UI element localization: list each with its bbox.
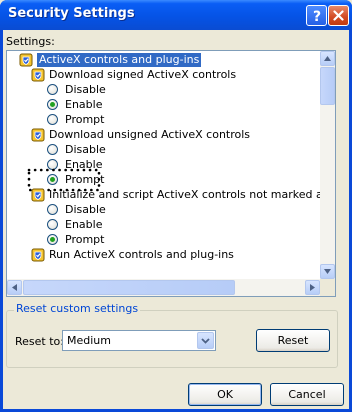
dropdown-button[interactable] [197,332,214,349]
tree-item-label: Prompt [65,233,105,246]
scroll-left-button[interactable] [7,280,22,295]
close-button[interactable] [328,5,349,26]
ok-button[interactable]: OK [188,383,262,406]
horizontal-scroll-thumb[interactable] [23,280,235,295]
radio-button[interactable] [47,144,58,155]
arrow-down-icon [324,269,331,274]
settings-tree[interactable]: ActiveX controls and plug-ins Download si… [6,50,336,297]
scroll-up-button[interactable] [320,51,335,66]
vertical-scroll-thumb[interactable] [320,67,335,105]
reset-button-label: Reset [277,334,309,347]
reset-level-select[interactable]: Medium [62,330,216,351]
tree-item-label: Download unsigned ActiveX controls [49,128,251,141]
settings-label: Settings: [6,35,55,48]
arrow-right-icon [310,284,315,291]
cancel-button-label: Cancel [288,388,326,401]
title-bar[interactable]: Security Settings ? [0,0,352,30]
radio-button[interactable] [47,99,58,110]
scroll-right-button[interactable] [305,280,320,295]
close-icon [333,10,344,21]
security-setting-icon [31,188,45,202]
reset-button[interactable]: Reset [256,329,330,352]
scrollbar-corner [320,279,335,296]
question-mark-icon: ? [312,9,320,23]
scroll-down-button[interactable] [320,264,335,279]
tree-item-label: Enable [65,98,103,111]
tree-item-label: Prompt [65,113,105,126]
dialog-title: Security Settings [8,6,135,21]
security-setting-icon [31,128,45,142]
help-button[interactable]: ? [306,5,327,26]
tree-item-label: Disable [65,83,106,96]
tree-item-label: Enable [65,218,103,231]
settings-tree-content: ActiveX controls and plug-ins Download si… [7,51,320,279]
reset-to-label: Reset to: [15,335,64,348]
cancel-button[interactable]: Cancel [270,383,344,406]
ok-button-label: OK [217,388,233,401]
arrow-left-icon [12,284,17,291]
horizontal-scrollbar[interactable] [7,279,320,296]
security-setting-icon [31,68,45,82]
radio-button[interactable] [47,114,58,125]
tree-item-label: Disable [65,203,106,216]
arrow-up-icon [324,56,331,61]
tree-item-label: Initialize and script ActiveX controls n… [49,188,320,201]
chevron-down-icon [201,337,210,344]
tree-item-label: Run ActiveX controls and plug-ins [49,248,234,261]
tree-item-label: Download signed ActiveX controls [49,68,237,81]
reset-group-label: Reset custom settings [14,302,141,315]
radio-button[interactable] [47,234,58,245]
radio-button[interactable] [47,204,58,215]
tree-item-label: ActiveX controls and plug-ins [37,53,202,67]
security-setting-icon [31,248,45,262]
security-setting-icon [19,53,33,67]
tree-item-label: Disable [65,143,106,156]
radio-button[interactable] [47,219,58,230]
radio-button[interactable] [47,84,58,95]
vertical-scrollbar[interactable] [320,51,335,279]
reset-level-value: Medium [67,334,111,347]
svg-text:?: ? [312,9,320,23]
